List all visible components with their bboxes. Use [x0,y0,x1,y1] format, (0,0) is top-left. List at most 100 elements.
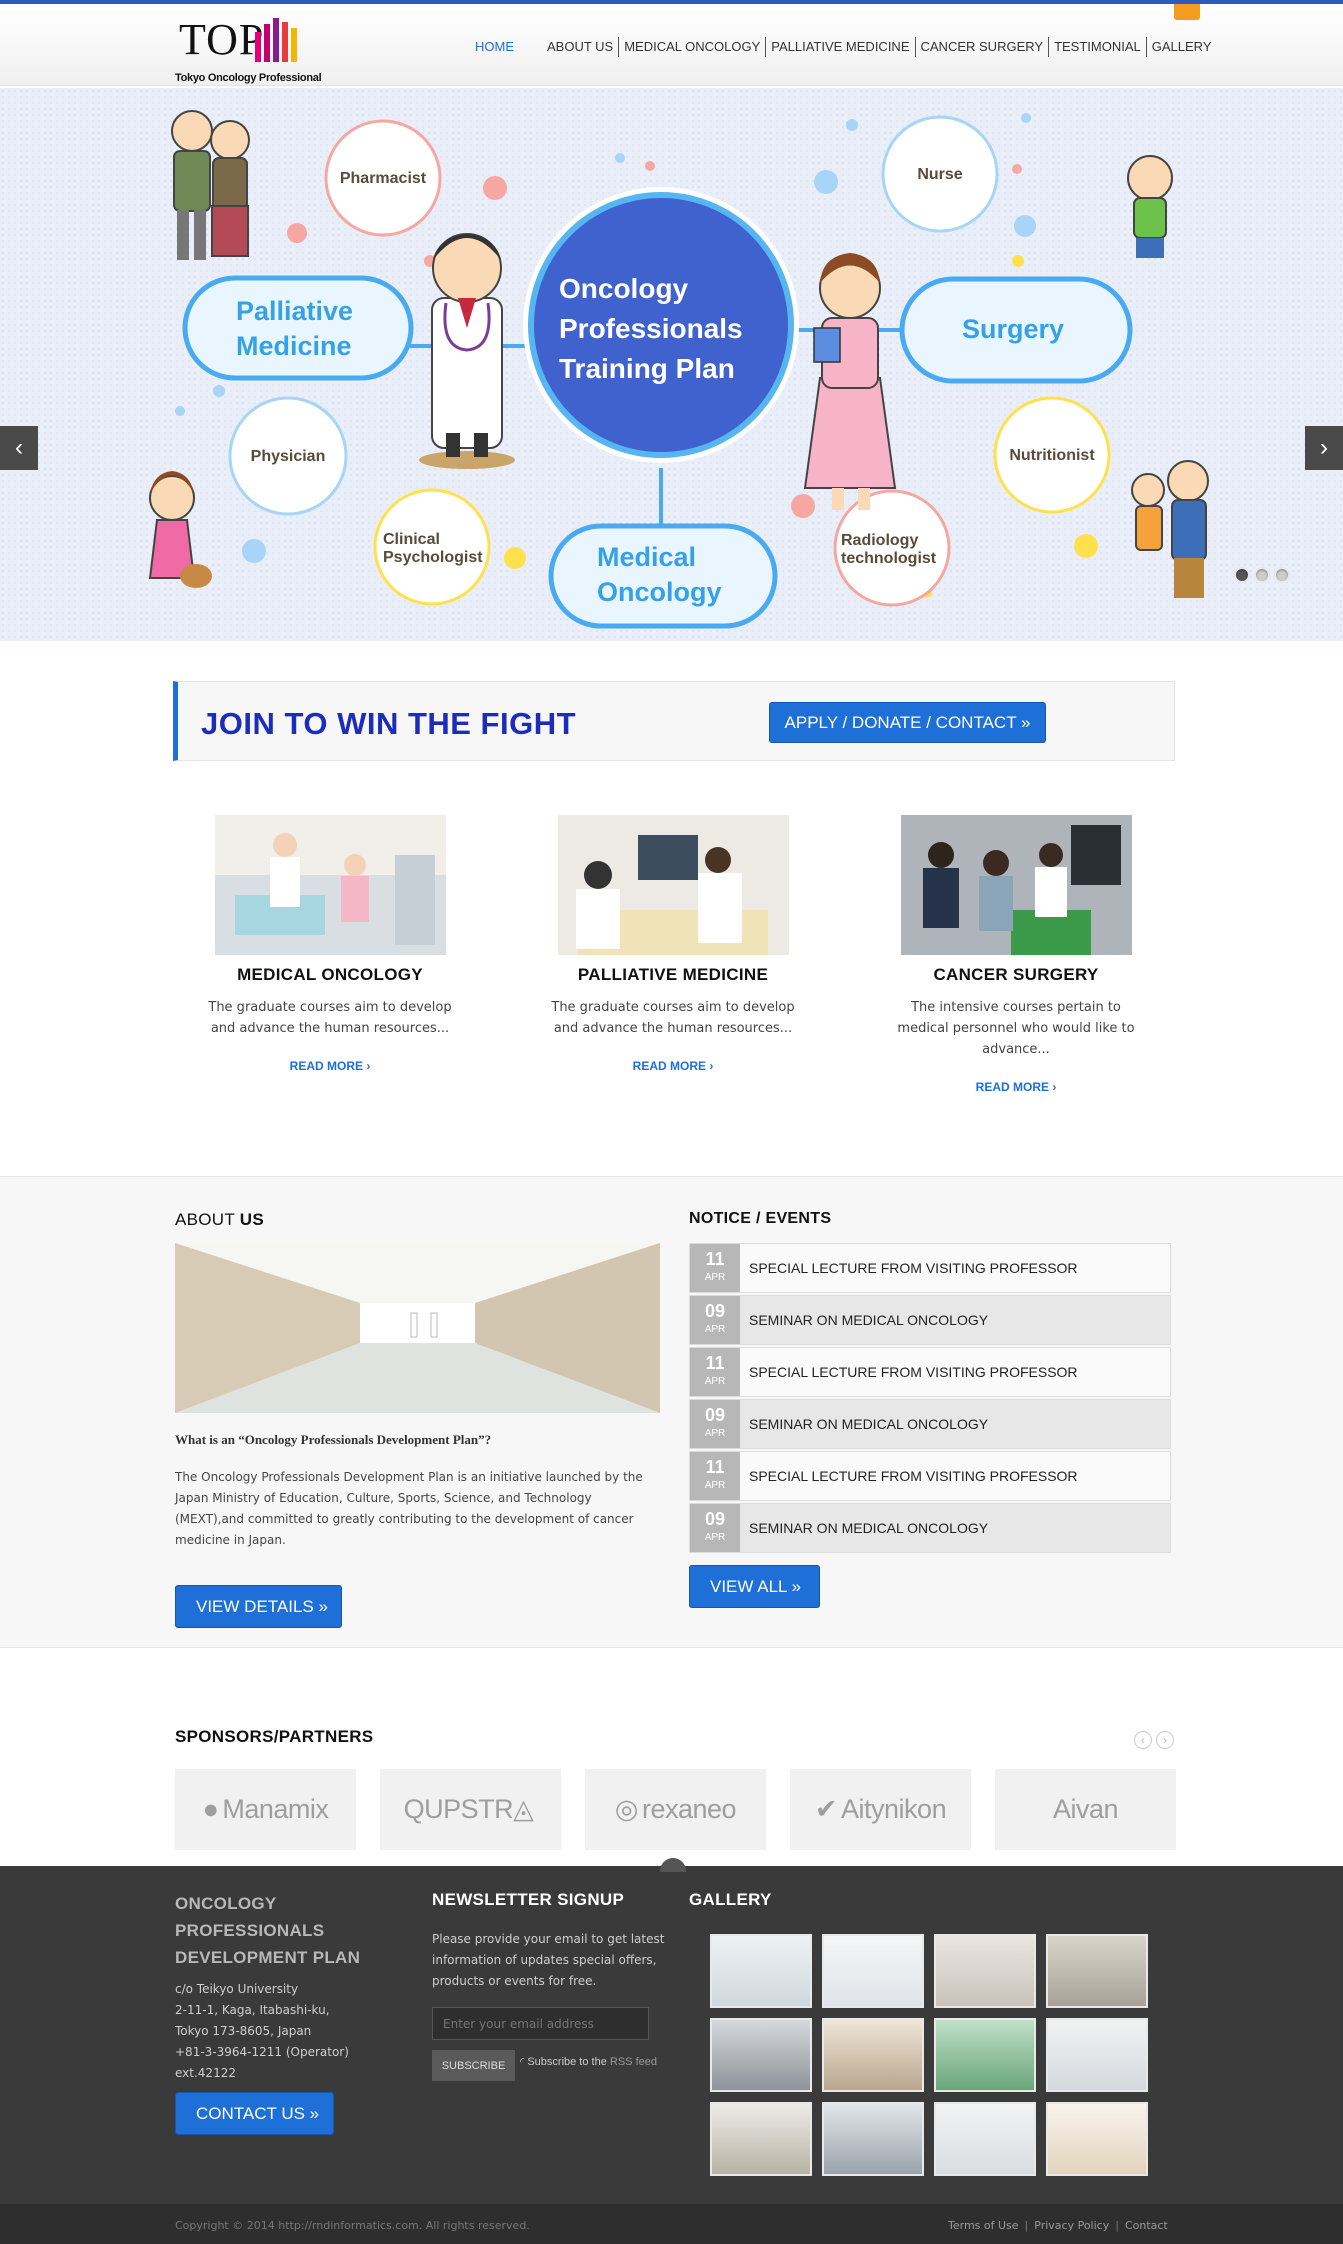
nav-item-cancer-surgery[interactable]: CANCER SURGERY [916,37,1050,57]
gallery-thumb[interactable] [934,2102,1036,2176]
chevron-right-icon: › [363,1059,371,1073]
read-more-link[interactable]: READ MORE › [290,1059,371,1073]
gallery-thumb[interactable] [710,1934,812,2008]
slider-dot-3[interactable] [1274,567,1290,583]
read-more-link[interactable]: READ MORE › [633,1059,714,1073]
sponsor-prev-button[interactable]: ‹ [1134,1731,1152,1749]
palliative-medicine-photo [557,815,789,955]
event-item[interactable]: 11 APR SPECIAL LECTURE FROM VISITING PROF… [689,1347,1171,1397]
medical-oncology-photo [214,815,446,955]
feature-text: The intensive courses pertain to medical… [897,1000,1135,1057]
event-item[interactable]: 09 APR SEMINAR ON MEDICAL ONCOLOGY [689,1399,1171,1449]
nav-item-about-us[interactable]: ABOUT US [542,37,620,57]
terms-link[interactable]: Terms of Use [948,2219,1019,2232]
gallery-thumb[interactable] [934,2018,1036,2092]
medical-line-1: Medical [597,542,696,572]
logo-bars-icon [255,16,305,62]
gallery-thumb[interactable] [822,2102,924,2176]
site-header: TOP Tokyo Oncology Professional HOME ABO… [0,4,1343,86]
gallery-thumb[interactable] [1046,2102,1148,2176]
triangle-logo-icon: ◬ [513,1794,534,1824]
footer-links: Terms of Use | Privacy Policy | Contact [948,2219,1168,2232]
about-text: The Oncology Professionals Development P… [175,1470,643,1547]
gallery-thumb[interactable] [1046,2018,1148,2092]
event-title: SPECIAL LECTURE FROM VISITING PROFESSOR [749,1260,1078,1276]
read-more-link[interactable]: READ MORE › [976,1080,1057,1094]
event-date: 11 APR [690,1348,740,1396]
main-nav: HOME ABOUT US MEDICAL ONCOLOGY PALLIATIV… [470,37,1217,57]
site-logo[interactable]: TOP Tokyo Oncology Professional [173,10,322,86]
nav-item-home[interactable]: HOME [470,37,519,57]
elderly-couple-figure [171,110,250,260]
nav-item-testimonial[interactable]: TESTIMONIAL [1049,37,1147,57]
slider-dot-2[interactable] [1254,567,1270,583]
gallery-thumb[interactable] [710,2018,812,2092]
view-all-button[interactable]: VIEW ALL » [689,1565,820,1608]
sponsor-next-button[interactable]: › [1156,1731,1174,1749]
slider-next-button[interactable]: › [1305,426,1343,470]
newsletter-email-input[interactable] [432,2007,649,2040]
slider-dot-1[interactable] [1234,567,1250,583]
physician-label: Physician [251,448,326,465]
corner-tab[interactable] [1174,4,1200,20]
events-list: 11 APR SPECIAL LECTURE FROM VISITING PROF… [689,1243,1171,1555]
sponsor-logo-manamix[interactable]: ● Manamix [175,1769,356,1850]
newsletter-title: NEWSLETTER SIGNUP [432,1890,625,1909]
event-item[interactable]: 11 APR SPECIAL LECTURE FROM VISITING PROF… [689,1243,1171,1293]
event-date: 11 APR [690,1452,740,1500]
contact-us-button[interactable]: CONTACT US » [175,2092,334,2135]
event-item[interactable]: 09 APR SEMINAR ON MEDICAL ONCOLOGY [689,1295,1171,1345]
footer-gallery [710,1934,1150,2176]
event-title: SEMINAR ON MEDICAL ONCOLOGY [749,1416,989,1432]
chevron-right-icon: › [1320,434,1328,461]
apply-donate-contact-button[interactable]: APPLY / DONATE / CONTACT » [769,702,1046,743]
sponsor-logo-rexaneo[interactable]: ◎ rexaneo [585,1769,766,1850]
gallery-thumb[interactable] [934,1934,1036,2008]
gallery-thumb[interactable] [822,2018,924,2092]
gallery-thumb[interactable] [710,2102,812,2176]
join-button-label: APPLY / DONATE / CONTACT [784,712,1017,732]
sponsor-logo-aivan[interactable]: Aivan [995,1769,1176,1850]
event-item[interactable]: 11 APR SPECIAL LECTURE FROM VISITING PROF… [689,1451,1171,1501]
event-item[interactable]: 09 APR SEMINAR ON MEDICAL ONCOLOGY [689,1503,1171,1553]
hospital-corridor-photo [175,1243,660,1413]
privacy-link[interactable]: Privacy Policy [1034,2219,1109,2232]
event-title: SPECIAL LECTURE FROM VISITING PROFESSOR [749,1468,1078,1484]
gallery-thumb[interactable] [822,1934,924,2008]
slider-dots [1234,567,1290,583]
palliative-line-1: Palliative [236,296,353,326]
newsletter-text: Please provide your email to get latest … [432,1932,665,1988]
psychologist-line-2: Psychologist [383,549,483,566]
nav-item-gallery[interactable]: GALLERY [1147,37,1217,57]
event-date: 09 APR [690,1504,740,1552]
sponsor-logo-aitynikon[interactable]: ✔ Aitynikon [790,1769,971,1850]
view-details-label: VIEW DETAILS [196,1596,314,1616]
doctor-figure [419,233,515,469]
pharmacist-label: Pharmacist [340,170,427,187]
chevron-right-icon: › [706,1059,714,1073]
gallery-thumb[interactable] [1046,1934,1148,2008]
feature-title: PALLIATIVE MEDICINE [577,965,769,984]
hero-slider: Oncology Professionals Training Plan Pal… [0,88,1343,641]
join-title: JOIN TO WIN THE FIGHT [201,706,577,741]
radiology-line-1: Radiology [841,532,918,549]
radiology-line-2: technologist [841,550,937,567]
boy-figure [1127,155,1173,258]
nurse-label: Nurse [917,166,962,183]
rss-feed-link[interactable]: RSS feed [610,2056,657,2068]
slider-prev-button[interactable]: ‹ [0,426,38,470]
nurse-figure [803,253,897,510]
chevron-right-icon: › [1049,1080,1057,1094]
footer-address: c/o Teikyo University 2-11-1, Kaga, Itab… [175,1982,349,2080]
sponsor-logo-qupstr[interactable]: QUPSTR ◬ [380,1769,561,1850]
nav-item-palliative-medicine[interactable]: PALLIATIVE MEDICINE [766,37,916,57]
footer-toggle[interactable] [660,1858,686,1872]
view-details-button[interactable]: VIEW DETAILS » [175,1585,342,1628]
footer-org-title: ONCOLOGY PROFESSIONALS DEVELOPMENT PLAN [175,1894,361,1967]
contact-link[interactable]: Contact [1125,2219,1168,2232]
nav-item-medical-oncology[interactable]: MEDICAL ONCOLOGY [619,37,767,57]
event-title: SEMINAR ON MEDICAL ONCOLOGY [749,1312,989,1328]
subscribe-button[interactable]: SUBSCRIBE [432,2050,515,2081]
double-chevron-right-icon: » [304,2103,320,2123]
sponsors-title: SPONSORS/PARTNERS [175,1727,374,1746]
